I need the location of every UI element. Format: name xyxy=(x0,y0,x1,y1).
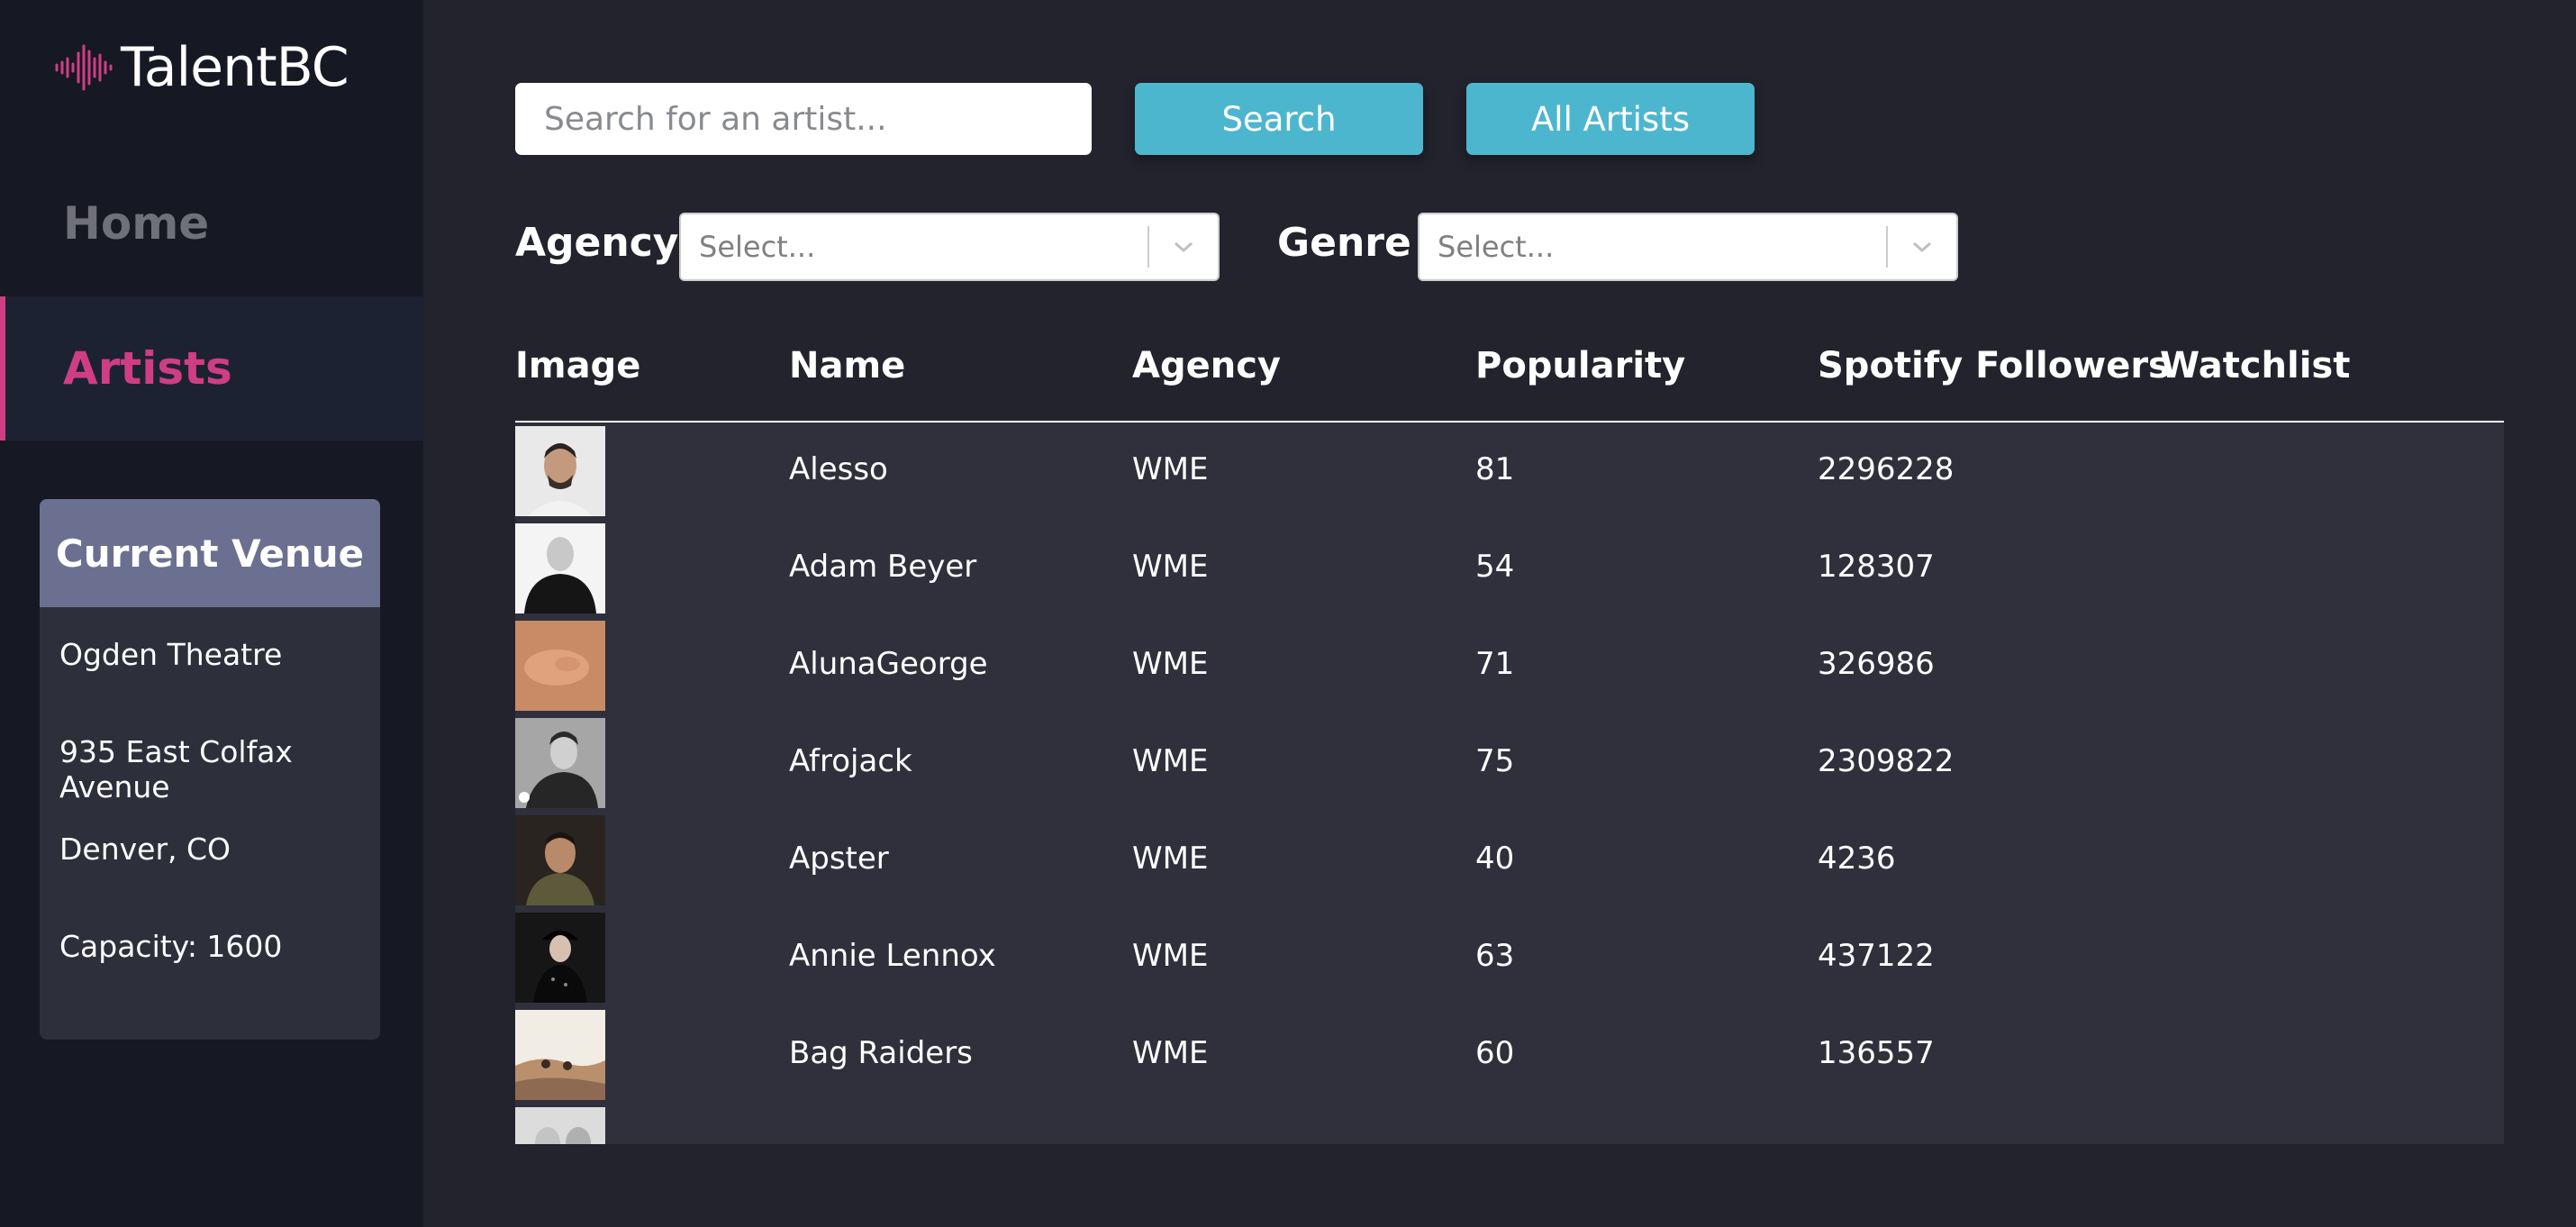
agency-select-value: Select... xyxy=(699,230,816,264)
column-header-image: Image xyxy=(515,345,641,386)
artist-search-input[interactable] xyxy=(515,83,1092,155)
artist-thumbnail[interactable] xyxy=(515,913,605,1003)
artist-thumbnail[interactable] xyxy=(515,718,605,808)
venue-address: 935 East Colfax Avenue xyxy=(59,734,293,804)
artist-agency: WME xyxy=(1132,938,1209,974)
artist-popularity: 54 xyxy=(1475,549,1515,585)
artist-popularity: 75 xyxy=(1475,743,1515,779)
artist-followers: 437122 xyxy=(1818,938,1935,974)
artists-table-body[interactable]: Alesso WME 81 2296228 Adam Beyer WME 54 … xyxy=(515,423,2504,1144)
artist-popularity: 81 xyxy=(1475,451,1515,487)
all-artists-button[interactable]: All Artists xyxy=(1466,83,1755,155)
agency-filter-label: Agency xyxy=(515,220,679,266)
artist-name[interactable]: Adam Beyer xyxy=(789,549,976,585)
artist-popularity: 71 xyxy=(1475,646,1515,682)
artist-agency: WME xyxy=(1132,646,1209,682)
artist-followers: 136557 xyxy=(1818,1035,1935,1071)
artist-name[interactable]: AlunaGeorge xyxy=(789,646,988,682)
artist-followers: 2309822 xyxy=(1818,743,1955,779)
table-row[interactable]: Annie Lennox WME 63 437122 xyxy=(515,909,2504,1006)
table-row[interactable]: Bag Raiders WME 60 136557 xyxy=(515,1006,2504,1104)
column-header-spotify-followers: Spotify Followers xyxy=(1818,345,2170,386)
artist-followers: 326986 xyxy=(1818,646,1935,682)
table-row[interactable] xyxy=(515,1104,2504,1144)
table-row[interactable]: Afrojack WME 75 2309822 xyxy=(515,714,2504,812)
table-row[interactable]: Alesso WME 81 2296228 xyxy=(515,423,2504,520)
sound-wave-icon xyxy=(55,44,113,91)
artist-thumbnail[interactable] xyxy=(515,1107,605,1144)
nav-item-home-label: Home xyxy=(63,197,210,250)
search-button[interactable]: Search xyxy=(1135,83,1423,155)
current-venue-card: Current Venue Ogden Theatre 935 East Col… xyxy=(40,499,380,1040)
artist-agency: WME xyxy=(1132,1035,1209,1071)
column-header-agency: Agency xyxy=(1132,345,1281,386)
column-header-name: Name xyxy=(789,345,906,386)
artist-name[interactable]: Annie Lennox xyxy=(789,938,996,974)
venue-name: Ogden Theatre xyxy=(59,637,283,672)
table-row[interactable]: Adam Beyer WME 54 128307 xyxy=(515,520,2504,617)
artist-name[interactable]: Apster xyxy=(789,841,889,877)
venue-capacity: Capacity: 1600 xyxy=(59,929,283,964)
artist-agency: WME xyxy=(1132,743,1209,779)
artist-popularity: 60 xyxy=(1475,1035,1515,1071)
sidebar: TalentBC Home Artists Current Venue Ogde… xyxy=(0,0,423,1227)
artist-thumbnail[interactable] xyxy=(515,815,605,905)
brand-name: TalentBC xyxy=(121,36,349,99)
artist-agency: WME xyxy=(1132,841,1209,877)
artist-agency: WME xyxy=(1132,549,1209,585)
artist-name[interactable]: Afrojack xyxy=(789,743,912,779)
artist-popularity: 63 xyxy=(1475,938,1515,974)
column-header-popularity: Popularity xyxy=(1475,345,1686,386)
genre-filter-label: Genre xyxy=(1277,220,1411,266)
artist-followers: 128307 xyxy=(1818,549,1935,585)
nav-item-artists[interactable]: Artists xyxy=(0,296,423,441)
brand-logo[interactable]: TalentBC xyxy=(54,36,349,99)
nav-item-artists-label: Artists xyxy=(63,342,232,395)
agency-select[interactable]: Select... xyxy=(679,213,1220,281)
genre-select[interactable]: Select... xyxy=(1418,213,1958,281)
chevron-down-icon[interactable] xyxy=(1149,240,1218,254)
chevron-down-icon[interactable] xyxy=(1888,240,1956,254)
artist-followers: 2296228 xyxy=(1818,451,1955,487)
table-row[interactable]: Apster WME 40 4236 xyxy=(515,812,2504,909)
genre-select-value: Select... xyxy=(1438,230,1555,264)
venue-city: Denver, CO xyxy=(59,832,231,867)
nav-item-home[interactable]: Home xyxy=(0,151,423,295)
artist-thumbnail[interactable] xyxy=(515,426,605,516)
current-venue-heading: Current Venue xyxy=(40,499,380,607)
artist-thumbnail[interactable] xyxy=(515,621,605,711)
artist-name[interactable]: Bag Raiders xyxy=(789,1035,973,1071)
artist-followers: 4236 xyxy=(1818,841,1896,877)
artist-agency: WME xyxy=(1132,451,1209,487)
artist-name[interactable]: Alesso xyxy=(789,451,888,487)
artist-thumbnail[interactable] xyxy=(515,523,605,614)
artist-popularity: 40 xyxy=(1475,841,1515,877)
artist-thumbnail[interactable] xyxy=(515,1010,605,1100)
table-row[interactable]: AlunaGeorge WME 71 326986 xyxy=(515,617,2504,714)
column-header-watchlist: Watchlist xyxy=(2160,345,2351,386)
